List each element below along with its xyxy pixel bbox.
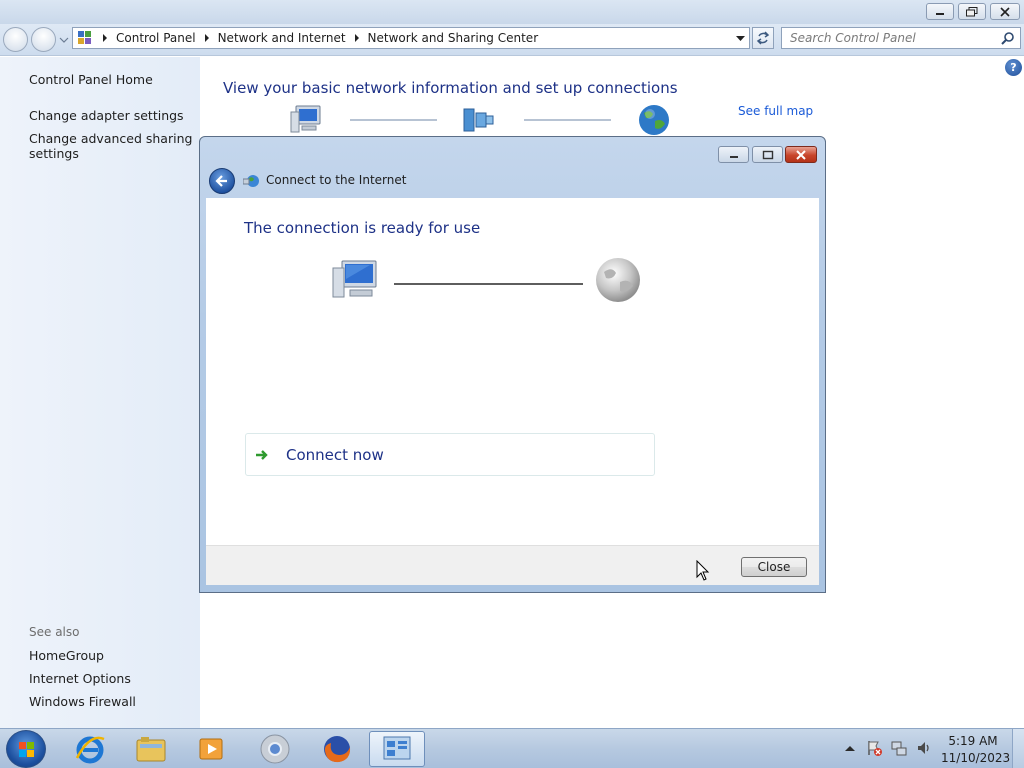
close-window-button[interactable] [990,3,1020,20]
close-icon [1000,6,1010,17]
back-button[interactable] [3,27,28,52]
see-also-heading: See also [29,625,80,639]
green-arrow-icon [256,449,268,460]
volume-icon[interactable] [916,740,932,756]
control-panel-icon [78,31,91,44]
address-bar[interactable]: Control Panel Network and Internet Netwo… [72,27,750,49]
sidebar-link-internet-options[interactable]: Internet Options [29,671,194,686]
computer-icon [290,105,321,133]
sidebar-link-windows-firewall[interactable]: Windows Firewall [29,694,194,709]
title-bar [0,0,1024,24]
see-full-map-link[interactable]: See full map [738,104,813,118]
dialog-minimize-button[interactable] [718,146,749,163]
refresh-button[interactable] [752,27,774,49]
dialog-close-window-button[interactable] [785,146,817,163]
folder-icon [136,737,166,762]
show-hidden-icons-icon[interactable] [845,744,855,752]
breadcrumb-label: Network and Internet [217,31,346,45]
mouse-pointer-icon [696,560,710,581]
breadcrumb-control-panel[interactable]: Control Panel [102,31,204,45]
breadcrumb-label: Network and Sharing Center [367,31,539,45]
internet-globe-icon [639,105,669,135]
connection-icon [243,175,259,187]
connect-now-label: Connect now [286,445,384,464]
taskbar-media-player[interactable] [184,731,240,767]
close-button[interactable]: Close [741,557,807,577]
dialog-body: The connection is ready for use Connect … [206,198,819,545]
close-icon [796,149,806,160]
taskbar-windows-explorer[interactable] [123,731,179,767]
taskbar-firefox[interactable] [309,731,365,767]
maximize-icon [762,150,773,159]
sidebar-link-change-adapter-settings[interactable]: Change adapter settings [29,108,194,123]
breadcrumb-label: Control Panel [116,31,196,45]
refresh-icon [756,31,770,45]
chrome-icon [260,734,290,764]
computer-icon [332,260,377,298]
internet-explorer-icon [75,736,105,764]
navigation-bar: Control Panel Network and Internet Netwo… [0,24,1024,56]
help-button[interactable]: ? [1005,59,1022,76]
breadcrumb-network-and-internet[interactable]: Network and Internet [204,31,354,45]
search-input[interactable] [782,31,1001,45]
back-arrow-icon [215,175,227,187]
clock-date[interactable]: 11/10/2023 [941,751,1010,765]
sidebar-link-change-advanced-sharing-settings[interactable]: Change advanced sharing settings [29,131,194,161]
minimize-button[interactable] [926,3,954,20]
taskbar-chrome[interactable] [247,731,303,767]
breadcrumb-separator-icon [204,34,209,42]
connect-now-link[interactable]: Connect now [245,433,655,476]
sidebar-link-homegroup[interactable]: HomeGroup [29,648,194,663]
start-button[interactable] [6,730,46,768]
sidebar: Control Panel Home Change adapter settin… [0,57,200,728]
map-connection-line [350,119,437,121]
dialog-heading: The connection is ready for use [244,219,481,237]
recent-pages-chevron-icon[interactable] [59,35,69,45]
taskbar: 5:19 AM 11/10/2023 [0,728,1024,768]
dialog-maximize-button[interactable] [752,146,783,163]
breadcrumb-network-and-sharing-center[interactable]: Network and Sharing Center [354,31,547,45]
breadcrumb-separator-icon [103,34,107,42]
internet-globe-icon [596,258,640,302]
windows-logo-icon [19,742,34,757]
minimize-icon [729,155,738,158]
search-box[interactable] [781,27,1021,49]
firefox-icon [324,736,351,763]
network-tray-icon[interactable] [891,740,907,756]
dialog-back-button[interactable] [209,168,235,194]
connect-to-internet-dialog: Connect to the Internet The connection i… [199,136,826,593]
dialog-footer: Close [206,545,819,585]
taskbar-control-panel-active[interactable] [369,731,425,767]
action-center-flag-icon[interactable] [866,740,882,756]
map-connection-line [524,119,611,121]
search-icon[interactable] [1001,31,1015,45]
restore-button[interactable] [958,3,986,20]
dialog-title-bar: Connect to the Internet [200,137,825,197]
address-history-chevron-icon[interactable] [736,34,745,43]
show-desktop-button[interactable] [1012,729,1024,768]
dialog-title: Connect to the Internet [266,173,407,187]
taskbar-internet-explorer[interactable] [62,731,118,767]
forward-button[interactable] [31,27,56,52]
clock-time[interactable]: 5:19 AM [941,734,1005,748]
network-center-icon [383,736,411,760]
breadcrumb-separator-icon [354,34,359,42]
sidebar-link-control-panel-home[interactable]: Control Panel Home [29,72,194,87]
page-title: View your basic network information and … [223,79,678,97]
minimize-icon [936,12,944,15]
restore-icon [966,6,978,16]
connection-status-line [394,283,583,285]
network-icon [463,108,494,132]
media-player-icon [199,738,223,760]
